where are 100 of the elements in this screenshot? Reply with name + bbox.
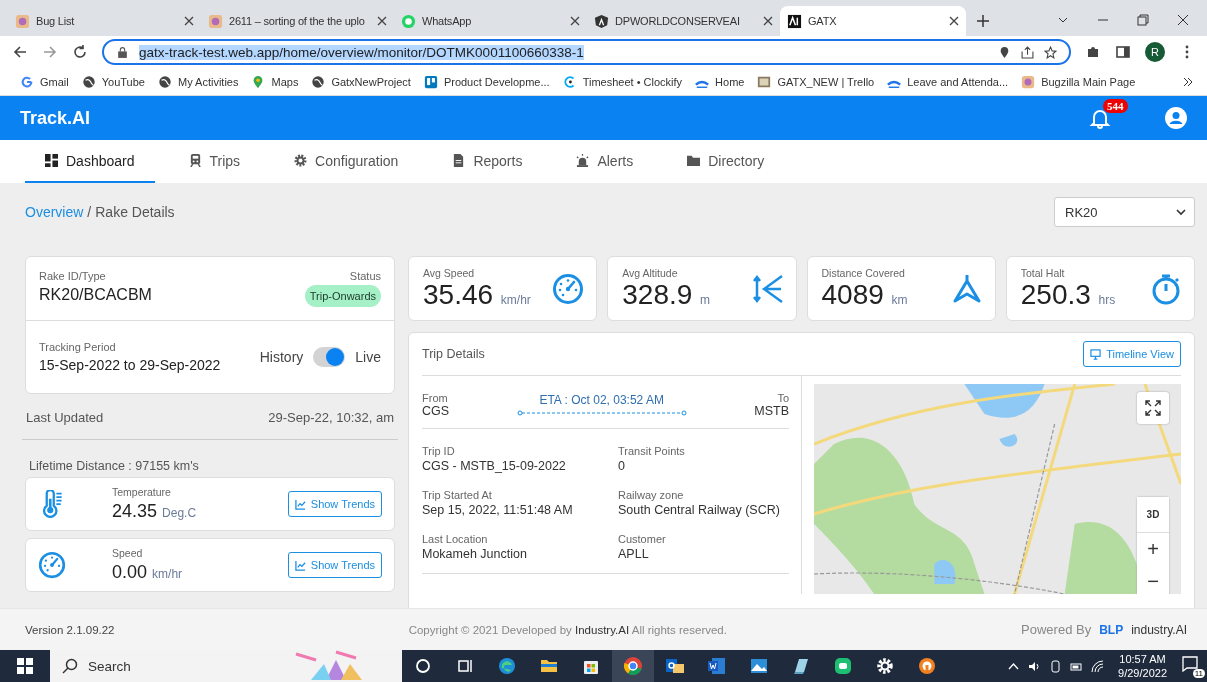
bookmark[interactable]: Maps bbox=[251, 74, 299, 89]
nav-tab[interactable]: Trips bbox=[168, 140, 261, 183]
bookmark[interactable]: My Activities bbox=[157, 74, 239, 89]
nav-tab[interactable]: Configuration bbox=[274, 140, 419, 183]
close-icon[interactable] bbox=[570, 16, 580, 26]
reload-icon[interactable] bbox=[72, 44, 88, 60]
close-icon[interactable] bbox=[184, 16, 194, 26]
fullscreen-button[interactable] bbox=[1137, 392, 1169, 424]
new-tab-icon[interactable] bbox=[976, 14, 990, 28]
mail-app-icon[interactable] bbox=[665, 656, 685, 676]
side-panel-icon[interactable] bbox=[1115, 44, 1131, 60]
bug-app-icon bbox=[15, 13, 30, 29]
wifi-icon[interactable] bbox=[1091, 659, 1105, 673]
share-icon[interactable] bbox=[1021, 45, 1034, 59]
bookmark[interactable]: GATX_NEW | Trello bbox=[757, 74, 875, 89]
profile-avatar[interactable]: R bbox=[1145, 42, 1165, 62]
bookmark[interactable]: YouTube bbox=[81, 74, 145, 89]
bookmark[interactable]: Gmail bbox=[20, 74, 69, 89]
chat-app-icon[interactable] bbox=[833, 656, 853, 676]
unit-label: km/hr bbox=[152, 567, 183, 581]
bookmark[interactable]: Product Developme... bbox=[423, 74, 550, 89]
browser-tab[interactable]: Bug List bbox=[8, 6, 201, 36]
browser-tab[interactable]: DPWORLDCONSERVEAI bbox=[587, 6, 780, 36]
field-label: Trip ID bbox=[422, 445, 456, 457]
chrome-browser-icon[interactable] bbox=[623, 656, 643, 676]
speedometer-icon bbox=[552, 272, 585, 305]
field-value: Mokameh Junction bbox=[422, 547, 528, 561]
bookmark[interactable]: Home bbox=[695, 74, 745, 89]
toggle-label: History bbox=[259, 349, 304, 365]
globe-icon bbox=[81, 74, 96, 89]
stat-label: Distance Covered bbox=[821, 266, 906, 279]
taskbar-date[interactable]: 9/29/2022 bbox=[1118, 666, 1167, 680]
document-icon bbox=[452, 154, 466, 167]
close-icon[interactable] bbox=[377, 16, 387, 26]
bookmark[interactable]: Bugzilla Main Page bbox=[1021, 74, 1136, 89]
device-icon[interactable] bbox=[1049, 659, 1063, 673]
browser-tab[interactable]: GATX bbox=[780, 6, 966, 36]
photos-app-icon[interactable] bbox=[749, 656, 769, 676]
nav-tab[interactable]: Directory bbox=[667, 140, 785, 183]
bookmark[interactable]: Timesheet • Clockify bbox=[562, 74, 683, 89]
nav-tab[interactable]: Dashboard bbox=[25, 140, 155, 183]
browser-tab[interactable]: WhatsApp bbox=[394, 6, 587, 36]
show-trends-button[interactable]: Show Trends bbox=[287, 491, 382, 517]
toggle-label: Live bbox=[355, 349, 381, 365]
stat-value: 328.9 bbox=[622, 278, 693, 310]
stat-label: Avg Speed bbox=[423, 266, 476, 279]
star-icon[interactable] bbox=[1044, 45, 1057, 59]
tilt-button[interactable]: 3D bbox=[1137, 497, 1169, 533]
chat-icon bbox=[401, 13, 416, 29]
unit-label: hrs bbox=[1098, 292, 1116, 307]
user-avatar-icon[interactable] bbox=[1165, 107, 1187, 129]
ring-app-icon[interactable] bbox=[917, 656, 937, 676]
zoom-out-button[interactable]: − bbox=[1137, 565, 1169, 594]
browser-tab[interactable]: 2611 – sorting of the the uplo bbox=[201, 6, 394, 36]
nav-tab[interactable]: Reports bbox=[432, 140, 543, 183]
breadcrumb-current: Rake Details bbox=[95, 204, 175, 220]
notepad-app-icon[interactable] bbox=[791, 656, 811, 676]
field-value: APLL bbox=[618, 547, 650, 561]
rake-select[interactable]: RK20 bbox=[1054, 197, 1195, 227]
show-trends-button[interactable]: Show Trends bbox=[287, 552, 382, 578]
stat-value: 4089 bbox=[821, 278, 884, 310]
notification-center-icon[interactable] bbox=[1181, 655, 1199, 673]
unit-label: m bbox=[700, 292, 711, 307]
bug-app-icon bbox=[208, 13, 223, 29]
bookmark[interactable]: GatxNewProject bbox=[311, 74, 411, 89]
unit-label: km bbox=[891, 292, 908, 307]
notification-count-badge: 11 bbox=[1192, 669, 1205, 678]
g-logo-icon bbox=[20, 74, 34, 89]
taskbar-search-field[interactable]: Search bbox=[50, 650, 276, 682]
taskbar-time[interactable]: 10:57 AM bbox=[1118, 652, 1167, 666]
close-icon[interactable] bbox=[1177, 14, 1189, 26]
field-label: Railway zone bbox=[618, 489, 685, 501]
close-icon[interactable] bbox=[763, 16, 773, 26]
live-toggle[interactable] bbox=[313, 347, 346, 367]
bookmark[interactable]: Leave and Attenda... bbox=[887, 74, 1009, 89]
sensor-label: Temperature bbox=[112, 486, 172, 498]
address-bar[interactable]: gatx-track-test.web.app/home/overview/monitor/DOTMK0001100660338-1 bbox=[102, 39, 1071, 65]
nav-tab[interactable]: Alerts bbox=[556, 140, 654, 183]
version-text: Version 2.1.09.22 bbox=[25, 623, 115, 636]
timeline-view-button[interactable]: Timeline View bbox=[1083, 341, 1181, 367]
lock-icon bbox=[116, 45, 129, 59]
chart-icon bbox=[294, 498, 306, 510]
restore-icon[interactable] bbox=[1137, 14, 1149, 26]
card-title: Trip Details bbox=[422, 347, 485, 361]
circle-icon[interactable] bbox=[413, 656, 433, 676]
location-pin-icon[interactable] bbox=[998, 45, 1011, 59]
close-icon[interactable] bbox=[949, 16, 959, 26]
edge-browser-icon[interactable] bbox=[497, 656, 517, 676]
shield-icon bbox=[594, 13, 609, 29]
back-icon[interactable] bbox=[12, 44, 28, 60]
windows-start-icon[interactable] bbox=[17, 658, 33, 674]
blp-logo: BLP bbox=[1099, 622, 1124, 637]
forward-icon[interactable] bbox=[42, 44, 58, 60]
tracking-period: 15-Sep-2022 to 29-Sep-2022 bbox=[39, 357, 221, 373]
chevron-right-icon[interactable] bbox=[1183, 76, 1193, 87]
zoom-in-button[interactable]: + bbox=[1137, 533, 1169, 565]
last-updated-value: 29-Sep-22, 10:32, am bbox=[268, 410, 394, 425]
settings-icon[interactable] bbox=[875, 656, 895, 676]
settings-icon bbox=[294, 154, 308, 167]
word-app-icon[interactable] bbox=[707, 656, 727, 676]
